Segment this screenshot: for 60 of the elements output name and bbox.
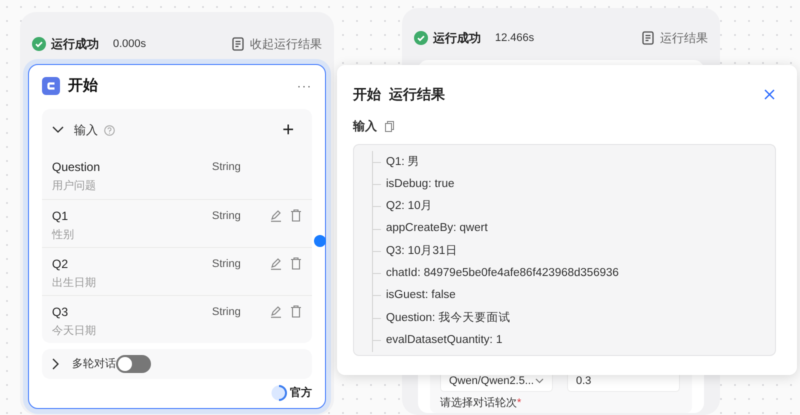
bubble-logo-icon [271,385,287,402]
run-result-button[interactable]: 收起运行结果 [232,35,322,53]
variable-description: 今天日期 [52,324,96,338]
variable-type: String [212,160,242,175]
required-mark: * [517,396,522,411]
chevron-down-icon [535,378,544,384]
variable-type: String [212,209,242,224]
section-label: 输入 [353,118,377,135]
close-icon[interactable] [764,88,775,100]
variable-row[interactable]: Question 用户问题 String [42,151,312,199]
result-item: Question: 我今天要面试 [386,310,510,326]
document-icon [642,31,654,45]
delete-icon[interactable] [290,305,302,318]
more-button[interactable]: ··· [297,77,312,95]
variable-name: Q3 [52,304,70,320]
variable-name: Q2 [52,256,70,272]
status-label: 运行成功 [433,30,481,47]
section-label: 多轮对话 [72,356,116,372]
variable-name: Question [52,159,100,175]
result-item: isGuest: false [386,288,456,304]
run-time: 0.000s [113,36,146,52]
copy-icon[interactable] [385,120,394,132]
run-result-button[interactable]: 运行结果 [642,29,708,47]
variable-description: 出生日期 [52,276,96,290]
result-item: evalDatasetQuantity: 1 [386,332,502,348]
toggle-switch[interactable] [116,355,151,373]
variable-type: String [212,257,242,272]
chevron-right-icon[interactable] [52,358,60,370]
result-item: appCreateBy: qwert [386,221,488,236]
edit-icon[interactable] [270,305,282,318]
result-item: chatId: 84979e5be0fe4afe86f423968d356936 [386,266,619,281]
run-time: 12.466s [495,30,534,46]
success-check-icon [414,31,428,45]
success-check-icon [32,37,46,51]
result-item: isDebug: true [386,176,454,192]
field-label: 请选择对话轮次 [440,396,517,411]
node-title: 开始 [68,76,98,96]
status-label: 运行成功 [51,36,99,53]
variable-name: Q1 [52,208,70,224]
help-icon[interactable] [104,124,115,136]
edit-icon[interactable] [270,257,282,270]
variable-row[interactable]: Q2 出生日期 String [42,247,312,295]
result-item: Q1: 男 [386,154,420,170]
result-item: Q3: 10月31日 [386,244,458,259]
chevron-down-icon[interactable] [52,126,64,134]
start-node-icon [42,77,60,95]
document-icon [232,37,244,51]
delete-icon[interactable] [290,209,302,222]
official-label: 官方 [290,386,312,401]
popup-title: 开始 运行结果 [353,84,445,104]
variable-description: 性别 [52,228,74,242]
result-item: Q2: 10月 [386,199,433,214]
variable-description: 用户问题 [52,179,97,193]
add-button[interactable]: + [282,120,294,140]
variable-row[interactable]: Q3 今天日期 String [42,295,312,343]
edit-icon[interactable] [270,209,282,222]
section-label: 输入 [74,122,98,139]
delete-icon[interactable] [290,257,302,270]
variable-row[interactable]: Q1 性别 String [42,199,312,247]
variable-type: String [212,305,242,320]
